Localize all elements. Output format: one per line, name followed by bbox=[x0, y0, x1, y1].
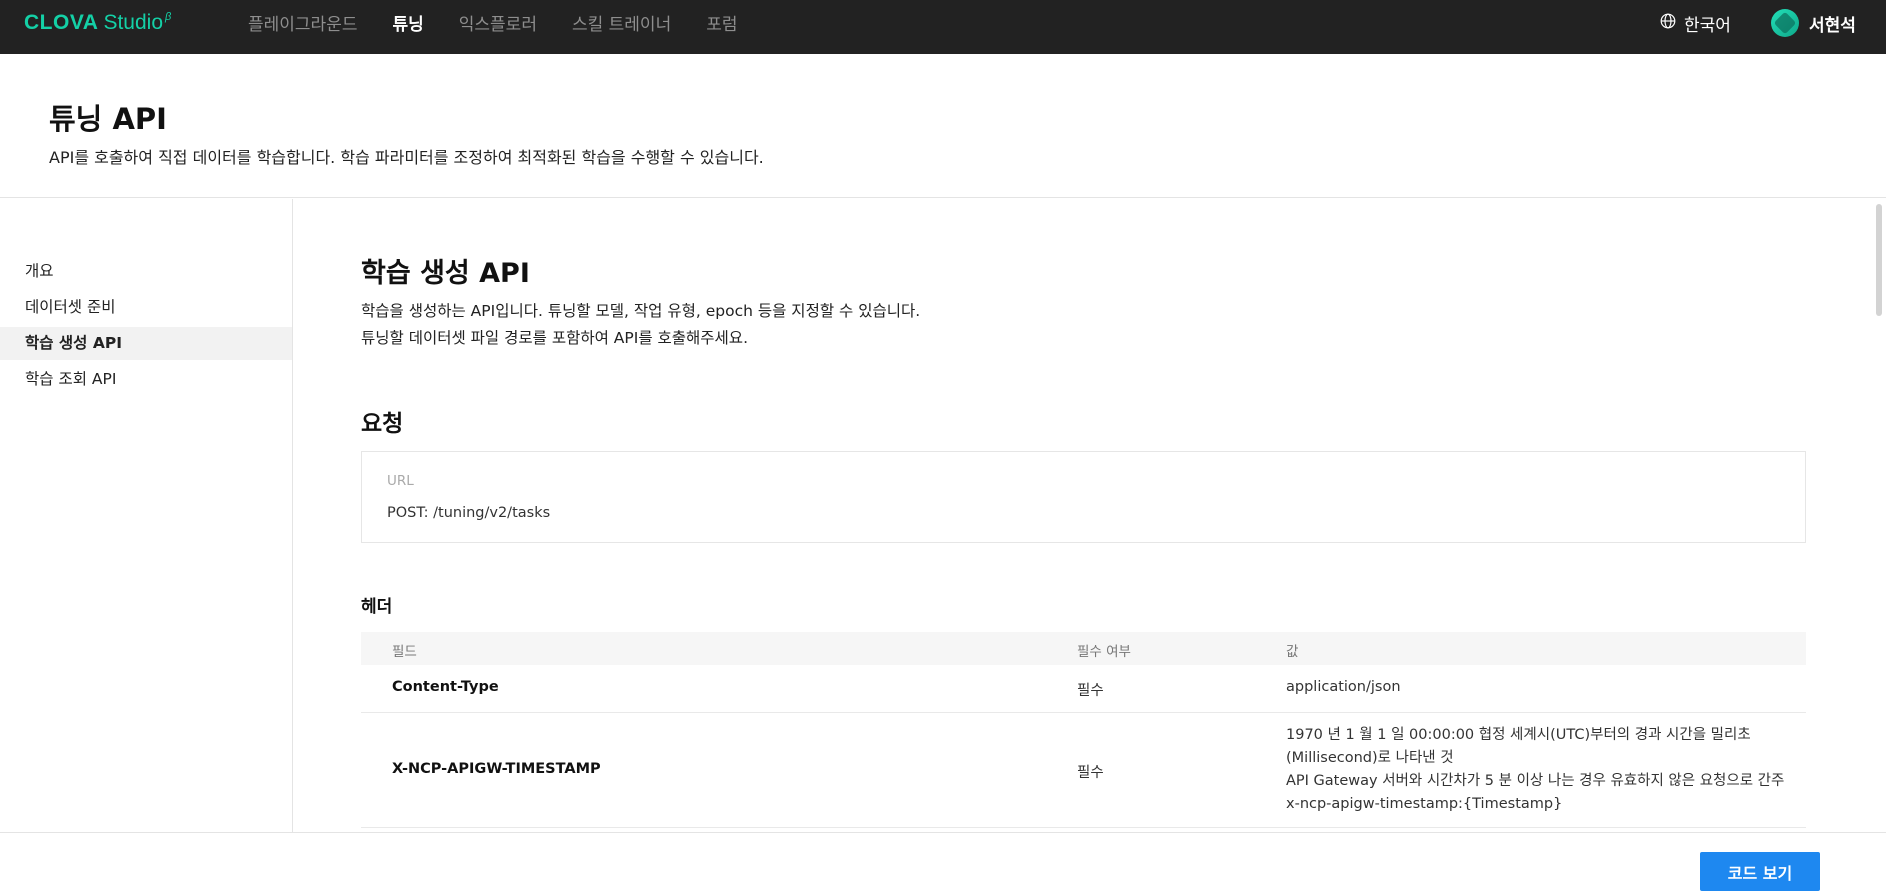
table-row: X-NCP-APIGW-TIMESTAMP 필수 1970 년 1 월 1 일 … bbox=[361, 713, 1806, 828]
page-description: API를 호출하여 직접 데이터를 학습합니다. 학습 파라미터를 조정하여 최… bbox=[49, 148, 764, 167]
header-section-title: 헤더 bbox=[361, 597, 393, 617]
page-title: 튜닝 API bbox=[49, 102, 167, 136]
logo-clova: CLOVA bbox=[24, 11, 99, 34]
user-menu[interactable]: 서현석 bbox=[1771, 9, 1856, 37]
nav-item-playground[interactable]: 플레이그라운드 bbox=[248, 10, 357, 35]
nav-item-forum[interactable]: 포럼 bbox=[706, 10, 737, 35]
url-box: URL POST: /tuning/v2/tasks bbox=[361, 451, 1806, 543]
sidebar-item-overview[interactable]: 개요 bbox=[0, 255, 292, 288]
logo-studio: Studio bbox=[103, 11, 163, 34]
globe-icon bbox=[1660, 13, 1676, 34]
table-header: 필드 필수 여부 값 bbox=[361, 632, 1806, 665]
user-name: 서현석 bbox=[1809, 15, 1856, 36]
row-value-line: API Gateway 서버와 시간차가 5 분 이상 나는 경우 유효하지 않… bbox=[1286, 773, 1785, 789]
language-selector[interactable]: 한국어 bbox=[1660, 11, 1731, 36]
request-title: 요청 bbox=[361, 411, 404, 437]
main-nav: 플레이그라운드 튜닝 익스플로러 스킬 트레이너 포럼 bbox=[248, 0, 773, 44]
footer-bar: 코드 보기 bbox=[0, 832, 1886, 891]
page-header: 튜닝 API API를 호출하여 직접 데이터를 학습합니다. 학습 파라미터를… bbox=[0, 54, 1886, 198]
row-value: application/json bbox=[1286, 679, 1401, 695]
row-field: X-NCP-APIGW-TIMESTAMP bbox=[392, 761, 601, 777]
column-header-value: 값 bbox=[1286, 644, 1299, 660]
url-value: POST: /tuning/v2/tasks bbox=[387, 505, 551, 521]
section-description-2: 튜닝할 데이터셋 파일 경로를 포함하여 API를 호출해주세요. bbox=[361, 329, 748, 347]
row-value: 1970 년 1 월 1 일 00:00:00 협정 세계시(UTC)부터의 경… bbox=[1286, 724, 1784, 816]
row-value-line: x-ncp-apigw-timestamp:{Timestamp} bbox=[1286, 796, 1563, 812]
scrollbar-thumb[interactable] bbox=[1876, 204, 1882, 316]
view-code-button[interactable]: 코드 보기 bbox=[1700, 852, 1820, 891]
row-value-line: (Millisecond)로 나타낸 것 bbox=[1286, 750, 1454, 766]
row-value-line: 1970 년 1 월 1 일 00:00:00 협정 세계시(UTC)부터의 경… bbox=[1286, 727, 1751, 743]
sidebar-item-create-api[interactable]: 학습 생성 API bbox=[0, 327, 292, 360]
nav-item-tuning[interactable]: 튜닝 bbox=[392, 10, 423, 35]
language-label: 한국어 bbox=[1684, 16, 1731, 36]
top-nav-bar: CLOVA Studio β 플레이그라운드 튜닝 익스플로러 스킬 트레이너 … bbox=[0, 0, 1886, 54]
main-content: 학습 생성 API 학습을 생성하는 API입니다. 튜닝할 모델, 작업 유형… bbox=[294, 199, 1874, 832]
row-required: 필수 bbox=[1077, 683, 1104, 699]
sidebar: 개요 데이터셋 준비 학습 생성 API 학습 조회 API bbox=[0, 199, 293, 832]
sidebar-item-dataset-prep[interactable]: 데이터셋 준비 bbox=[0, 291, 292, 324]
section-description-1: 학습을 생성하는 API입니다. 튜닝할 모델, 작업 유형, epoch 등을… bbox=[361, 302, 921, 320]
section-title: 학습 생성 API bbox=[361, 258, 530, 289]
sidebar-item-query-api[interactable]: 학습 조회 API bbox=[0, 363, 292, 396]
nav-item-skill-trainer[interactable]: 스킬 트레이너 bbox=[572, 10, 671, 35]
nav-item-explorer[interactable]: 익스플로러 bbox=[459, 10, 537, 35]
row-field: Content-Type bbox=[392, 679, 499, 695]
table-row: Content-Type 필수 application/json bbox=[361, 665, 1806, 713]
column-header-field: 필드 bbox=[392, 644, 417, 660]
headers-table: 필드 필수 여부 값 Content-Type 필수 application/j… bbox=[361, 632, 1806, 828]
clova-studio-logo[interactable]: CLOVA Studio β bbox=[24, 11, 171, 35]
logo-beta-badge: β bbox=[165, 11, 172, 23]
column-header-required: 필수 여부 bbox=[1077, 644, 1131, 660]
url-label: URL bbox=[387, 473, 414, 489]
row-required: 필수 bbox=[1077, 765, 1104, 781]
avatar bbox=[1771, 9, 1799, 37]
